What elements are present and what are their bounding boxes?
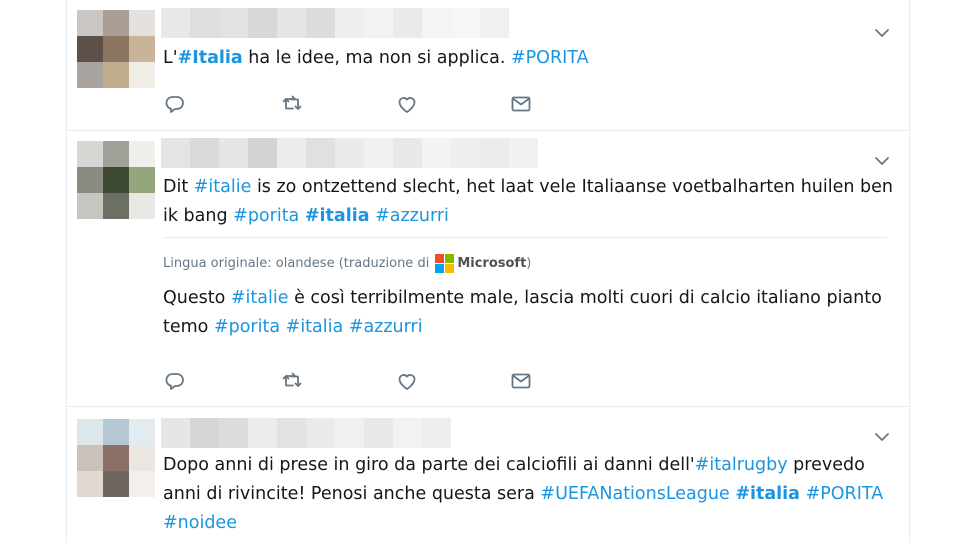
- direct-message-icon[interactable]: [509, 92, 535, 116]
- tweet[interactable]: L'#Italia ha le idee, ma non si applica.…: [67, 0, 909, 131]
- avatar-pixelated[interactable]: [77, 141, 155, 219]
- hashtag-link[interactable]: #porita: [233, 206, 299, 226]
- hashtag-link[interactable]: #noidee: [163, 513, 237, 533]
- translation-provider[interactable]: Microsoft: [457, 255, 526, 273]
- translated-text: Questo #italie è così terribilmente male…: [163, 284, 893, 342]
- chevron-down-icon[interactable]: [873, 24, 891, 42]
- tweet-text: Dit #italie is zo ontzettend slecht, het…: [163, 173, 893, 231]
- microsoft-logo: [435, 254, 455, 273]
- direct-message-icon[interactable]: [509, 369, 535, 393]
- translation-label: Lingua originale: olandese (traduzione d…: [163, 255, 430, 271]
- chevron-down-icon[interactable]: [873, 152, 891, 170]
- username-pixelated[interactable]: [161, 418, 451, 448]
- avatar-pixelated[interactable]: [77, 419, 155, 497]
- text-run: Dit: [163, 177, 194, 197]
- hashtag-link[interactable]: #azzurri: [375, 206, 449, 226]
- reply-icon[interactable]: [163, 369, 189, 393]
- hashtag-link[interactable]: #porita: [214, 317, 280, 337]
- hashtag-link[interactable]: #italrugby: [695, 455, 788, 475]
- hashtag-link[interactable]: #UEFANationsLeague: [540, 484, 729, 504]
- username-pixelated[interactable]: [161, 138, 538, 168]
- retweet-icon[interactable]: [280, 369, 306, 393]
- translation-meta: Lingua originale: olandese (traduzione d…: [163, 254, 531, 273]
- username-pixelated[interactable]: [161, 8, 509, 38]
- retweet-icon[interactable]: [280, 92, 306, 116]
- hashtag-link[interactable]: #italia: [735, 484, 800, 504]
- tweet-text: Dopo anni di prese in giro da parte dei …: [163, 451, 893, 538]
- hashtag-link[interactable]: #italia: [286, 317, 344, 337]
- hashtag-link[interactable]: #italie: [194, 177, 252, 197]
- translation-divider: [163, 237, 887, 238]
- text-run: ha le idee, ma non si applica.: [242, 48, 511, 68]
- chevron-down-icon[interactable]: [873, 428, 891, 446]
- tweet[interactable]: Dit #italie is zo ontzettend slecht, het…: [67, 130, 909, 407]
- text-run: L': [163, 48, 178, 68]
- like-icon[interactable]: [395, 92, 421, 116]
- hashtag-link[interactable]: #PORITA: [806, 484, 884, 504]
- hashtag-link[interactable]: #azzurri: [349, 317, 423, 337]
- tweet[interactable]: Dopo anni di prese in giro da parte dei …: [67, 406, 909, 543]
- translation-closing: ): [526, 255, 532, 271]
- hashtag-link[interactable]: #italia: [305, 206, 370, 226]
- hashtag-link[interactable]: #italie: [231, 288, 289, 308]
- hashtag-link[interactable]: #PORITA: [511, 48, 589, 68]
- text-run: Dopo anni di prese in giro da parte dei …: [163, 455, 695, 475]
- hashtag-link[interactable]: #Italia: [178, 48, 243, 68]
- avatar-pixelated[interactable]: [77, 10, 155, 88]
- tweet-feed: L'#Italia ha le idee, ma non si applica.…: [66, 0, 910, 543]
- reply-icon[interactable]: [163, 92, 189, 116]
- like-icon[interactable]: [395, 369, 421, 393]
- tweet-text: L'#Italia ha le idee, ma non si applica.…: [163, 44, 893, 73]
- text-run: Questo: [163, 288, 231, 308]
